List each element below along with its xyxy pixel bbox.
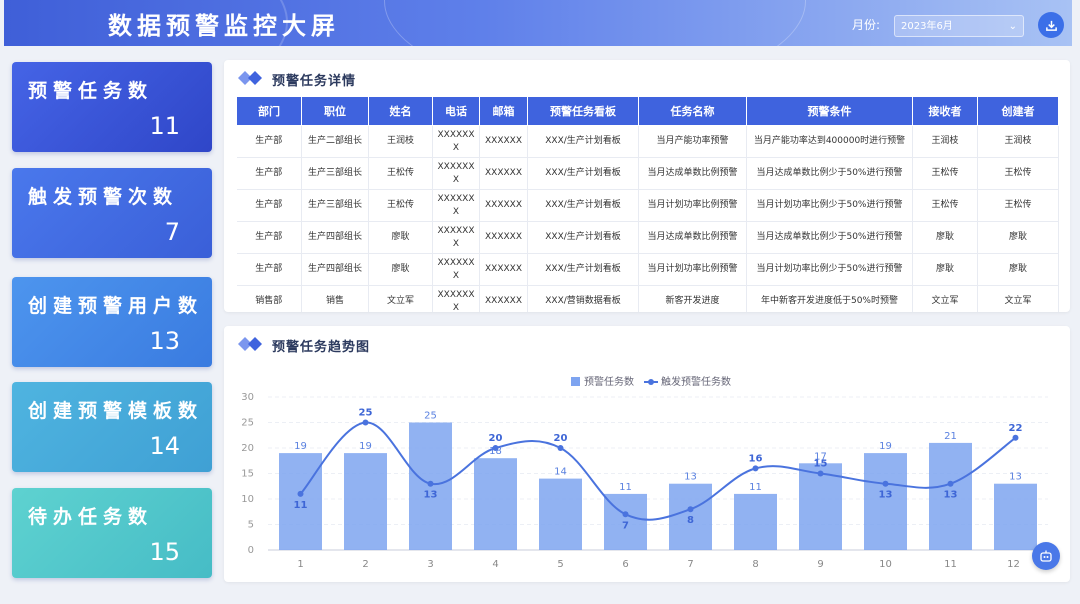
line-point (557, 445, 564, 451)
robot-icon (1040, 550, 1052, 562)
x-tick-label: 4 (492, 559, 498, 570)
line-data-label: 15 (814, 459, 828, 470)
legend-bar-label: 预警任务数 (584, 375, 634, 388)
line-series-path (299, 421, 1017, 521)
line-point (492, 445, 499, 451)
x-tick-label: 12 (1007, 559, 1020, 570)
line-data-label: 7 (622, 520, 629, 531)
legend-bar-swatch (571, 377, 580, 386)
y-tick-label: 20 (241, 443, 254, 454)
y-tick-label: 0 (248, 545, 254, 556)
bar-data-label: 19 (294, 441, 307, 452)
line-point (297, 490, 304, 497)
line-point (362, 419, 369, 426)
chart-bar (474, 458, 517, 550)
x-tick-label: 2 (362, 559, 368, 570)
line-data-label: 20 (554, 433, 568, 444)
line-point (882, 480, 889, 487)
x-tick-label: 1 (297, 559, 303, 570)
line-data-label: 13 (424, 490, 438, 501)
bar-data-label: 21 (944, 431, 957, 442)
y-tick-label: 15 (241, 469, 254, 480)
line-data-label: 20 (489, 433, 503, 444)
line-data-label: 16 (749, 453, 763, 464)
x-tick-label: 6 (622, 559, 628, 570)
line-point (817, 470, 824, 477)
bar-data-label: 19 (359, 441, 372, 452)
line-data-label: 13 (944, 490, 958, 501)
y-tick-label: 25 (241, 418, 254, 429)
chart-bar (344, 453, 387, 550)
x-tick-label: 3 (427, 559, 433, 570)
chart-bar (864, 453, 907, 550)
x-tick-label: 8 (752, 559, 758, 570)
x-tick-label: 5 (557, 559, 563, 570)
line-data-label: 13 (879, 490, 893, 501)
bar-data-label: 11 (749, 482, 762, 493)
line-data-label: 11 (294, 500, 308, 511)
x-tick-label: 11 (944, 559, 957, 570)
chart-bar (994, 483, 1037, 550)
bar-data-label: 13 (684, 472, 697, 483)
chart-bar (539, 478, 582, 550)
line-data-label: 25 (359, 408, 373, 419)
line-point (427, 480, 434, 487)
legend-line-dot (648, 379, 654, 385)
bar-data-label: 14 (554, 467, 567, 478)
x-tick-label: 7 (687, 559, 693, 570)
x-tick-label: 10 (879, 559, 892, 570)
x-tick-label: 9 (817, 559, 823, 570)
line-point (752, 465, 759, 472)
y-tick-label: 5 (248, 520, 254, 531)
line-point (687, 506, 694, 513)
bar-data-label: 19 (879, 441, 892, 452)
y-tick-label: 10 (241, 494, 254, 505)
robot-float-button[interactable] (1032, 542, 1060, 570)
dashboard: 数据预警监控大屏 月份: 2023年6月 ⌄ 预警任务数 11 触发预警次数 7… (0, 0, 1080, 604)
bar-data-label: 25 (424, 411, 437, 422)
legend-line-label: 触发预警任务数 (661, 375, 731, 388)
line-point (947, 480, 954, 487)
line-data-label: 8 (687, 515, 694, 526)
chart-bar (734, 493, 777, 550)
line-point (622, 511, 629, 518)
line-data-label: 22 (1009, 423, 1023, 434)
bar-data-label: 11 (619, 482, 632, 493)
y-tick-label: 30 (241, 392, 254, 403)
trend-chart: 0510152025301 2 3 4 5 6 7 8 9 10 11 1219 19251814111… (241, 375, 1048, 570)
bar-data-label: 13 (1009, 472, 1022, 483)
line-point (1012, 434, 1019, 441)
